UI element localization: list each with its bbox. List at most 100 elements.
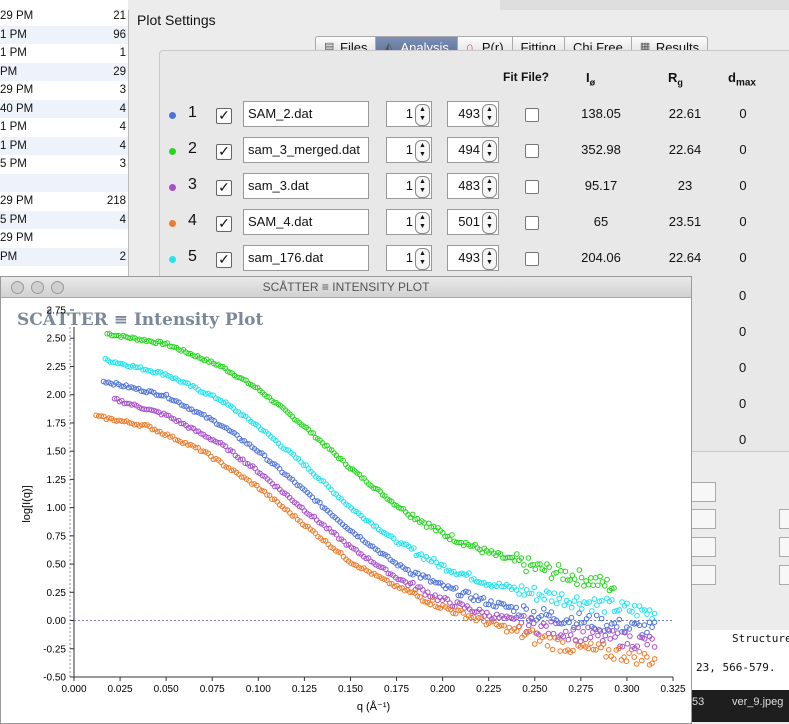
data-point — [559, 591, 565, 597]
data-point — [569, 604, 575, 611]
stepper-arrows-icon[interactable]: ▲ ▼ — [415, 176, 430, 198]
stepper-arrows-icon[interactable]: ▲ ▼ — [482, 212, 497, 234]
zoom-window-button[interactable] — [51, 281, 64, 294]
filename-field[interactable]: SAM_4.dat — [243, 209, 369, 235]
stepper-arrows-icon[interactable]: ▲ ▼ — [415, 140, 430, 162]
taskbar-number: 53 — [692, 696, 705, 708]
include-checkbox[interactable]: ✓ — [216, 180, 232, 196]
data-point — [602, 632, 609, 639]
background-count: 4 — [119, 139, 126, 152]
filename-field[interactable]: SAM_2.dat — [243, 101, 369, 127]
include-checkbox[interactable]: ✓ — [216, 216, 232, 232]
data-point — [608, 653, 615, 660]
background-time: 1 PM — [0, 139, 27, 152]
ghost-field[interactable] — [690, 537, 716, 557]
y-tick-label: 1.50 — [47, 447, 67, 458]
y-tick-label: 2.50 — [47, 334, 67, 345]
data-point — [649, 624, 655, 631]
fit-file-checkbox[interactable] — [525, 252, 539, 266]
fit-file-checkbox[interactable] — [525, 180, 539, 194]
filename-field[interactable]: sam_3.dat — [243, 173, 369, 199]
fit-file-checkbox[interactable] — [525, 108, 539, 122]
intensity-plot-window: SCÅTTER ≡ INTENSITY PLOT SCÅTTER ≡ Inten… — [0, 276, 692, 724]
x-axis-label: q (Å⁻¹) — [357, 700, 390, 713]
series-color-dot — [169, 256, 176, 263]
data-point — [558, 567, 564, 574]
background-list-row: 29 PM 3 — [0, 81, 128, 99]
background-list-row: 5 PM 4 — [0, 210, 128, 229]
end-spinner[interactable]: 494 ▲ ▼ — [447, 137, 499, 163]
data-point — [541, 606, 547, 612]
row-index: 2 — [188, 140, 197, 157]
fit-file-checkbox[interactable] — [525, 216, 539, 230]
end-spinner[interactable]: 483 ▲ ▼ — [447, 173, 499, 199]
stepper-arrows-icon[interactable]: ▲ ▼ — [482, 104, 497, 126]
data-point — [574, 581, 580, 588]
include-checkbox[interactable]: ✓ — [216, 252, 232, 268]
background-count: 4 — [119, 102, 126, 115]
intensity-chart[interactable]: 0.000 0.025 0.050 0.075 0.100 0.125 0.150 0.175… — [1, 297, 689, 721]
data-point — [587, 634, 594, 641]
data-point — [576, 567, 583, 573]
taskbar-filename[interactable]: ver_9.jpeg — [732, 696, 783, 708]
start-spinner[interactable]: 1 ▲ ▼ — [386, 101, 432, 127]
data-point — [518, 583, 525, 589]
data-point — [548, 618, 554, 625]
fit-file-checkbox[interactable] — [525, 144, 539, 158]
stepper-arrows-icon[interactable]: ▲ ▼ — [415, 248, 430, 270]
stepper-arrows-icon[interactable]: ▲ ▼ — [415, 104, 430, 126]
filename-field[interactable]: sam_176.dat — [243, 245, 369, 271]
ghost-field[interactable] — [779, 509, 789, 529]
data-point — [592, 575, 599, 581]
ghost-field[interactable] — [690, 565, 716, 585]
dmax-value: 0 — [739, 178, 747, 193]
background-count: 1 — [119, 47, 126, 59]
include-checkbox[interactable]: ✓ — [216, 144, 232, 160]
background-list-row: 29 PM 21 — [0, 7, 128, 25]
rg-value: 22.61 — [668, 106, 702, 121]
start-spinner[interactable]: 1 ▲ ▼ — [386, 245, 432, 271]
rg-value: 23.51 — [668, 214, 702, 229]
data-point — [298, 459, 304, 465]
stepper-arrows-icon[interactable]: ▲ ▼ — [482, 248, 497, 270]
dmax-value: 0 — [739, 288, 747, 303]
stepper-arrows-icon[interactable]: ▲ ▼ — [482, 140, 497, 162]
stepper-arrows-icon[interactable]: ▲ ▼ — [415, 212, 430, 234]
series-color-dot — [169, 148, 176, 155]
minimize-window-button[interactable] — [31, 281, 44, 294]
data-point — [636, 648, 643, 655]
window-title: Plot Settings — [137, 12, 216, 28]
end-value: 493 — [458, 250, 480, 265]
background-list-row: 1 PM 4 — [0, 118, 128, 136]
data-point — [644, 641, 651, 648]
dmax-value: 0 — [739, 396, 747, 411]
start-spinner[interactable]: 1 ▲ ▼ — [386, 209, 432, 235]
intensity-window-titlebar[interactable]: SCÅTTER ≡ INTENSITY PLOT — [1, 277, 691, 298]
end-spinner[interactable]: 493 ▲ ▼ — [447, 101, 499, 127]
end-spinner[interactable]: 493 ▲ ▼ — [447, 245, 499, 271]
background-text-line: Structure — [732, 632, 789, 645]
ghost-field[interactable] — [690, 509, 716, 529]
background-list-row: 1 PM 1 — [0, 44, 128, 62]
include-checkbox[interactable]: ✓ — [216, 108, 232, 124]
close-window-button[interactable] — [11, 281, 24, 294]
ghost-field[interactable] — [779, 565, 789, 585]
data-point — [651, 644, 658, 650]
data-point — [609, 628, 616, 634]
end-spinner[interactable]: 501 ▲ ▼ — [447, 209, 499, 235]
background-time: 29 PM — [0, 232, 34, 244]
start-spinner[interactable]: 1 ▲ ▼ — [386, 137, 432, 163]
start-value: 1 — [405, 106, 413, 121]
start-spinner[interactable]: 1 ▲ ▼ — [386, 173, 432, 199]
data-point — [631, 602, 638, 609]
ghost-field[interactable] — [690, 482, 716, 502]
i0-value: 204.06 — [581, 250, 621, 265]
ghost-field[interactable] — [779, 537, 789, 557]
background-list-row — [0, 173, 128, 192]
data-point — [548, 575, 555, 582]
rg-value: 22.64 — [668, 142, 702, 157]
stepper-arrows-icon[interactable]: ▲ ▼ — [482, 176, 497, 198]
y-tick-label: 1.25 — [47, 475, 67, 486]
filename-field[interactable]: sam_3_merged.dat — [243, 137, 369, 163]
data-point — [553, 620, 559, 627]
